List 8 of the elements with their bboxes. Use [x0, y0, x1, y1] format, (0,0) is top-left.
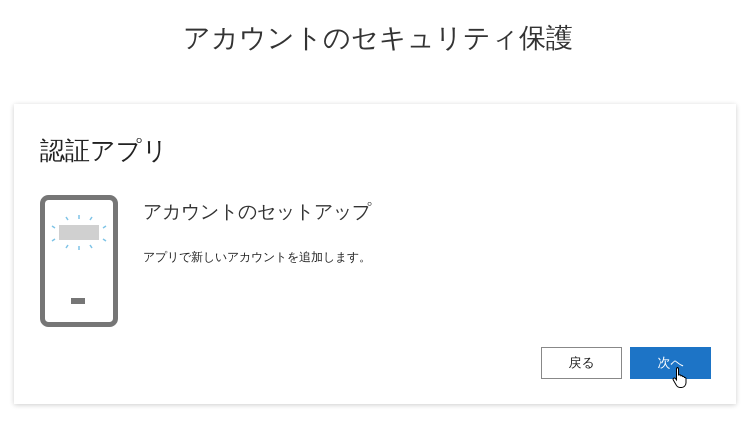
card-heading: 認証アプリ [40, 135, 169, 167]
next-button[interactable]: 次へ [630, 347, 711, 379]
description-text: アプリで新しいアカウントを追加します。 [143, 249, 371, 266]
page-title: アカウントのセキュリティ保護 [182, 22, 574, 56]
back-button[interactable]: 戻る [541, 347, 622, 379]
hand-cursor-icon [672, 366, 688, 388]
phone-icon [40, 195, 118, 327]
step-title: アカウントのセットアップ [143, 200, 371, 225]
